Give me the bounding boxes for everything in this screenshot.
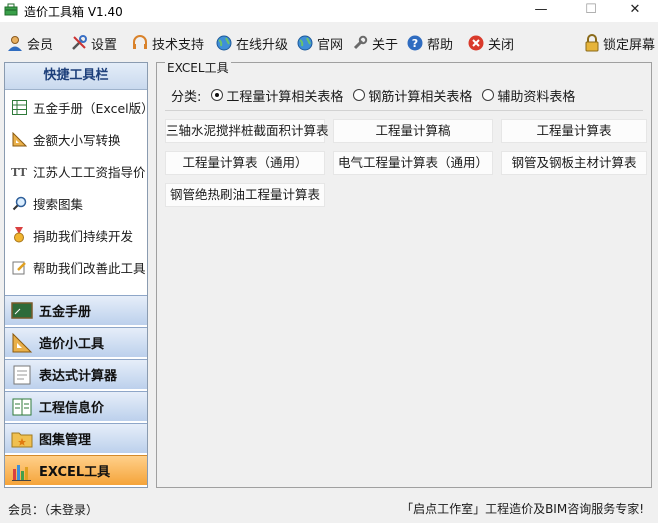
lock-icon: [585, 34, 599, 52]
left-panel: 快捷工具栏 五金手册（Excel版） 金额大小写转换 TT 江苏人工工资指导价 …: [4, 62, 154, 488]
maximize-button[interactable]: ☐: [568, 0, 614, 22]
nav-atlas-management[interactable]: 图集管理: [5, 423, 147, 453]
member-label: 会员: [27, 37, 54, 53]
radio-selected-indicator[interactable]: [211, 89, 224, 101]
quick-tool-label: 江苏人工工资指导价: [33, 164, 146, 180]
edit-note-icon: [11, 259, 27, 275]
nav-label: 工程信息价: [39, 401, 105, 416]
excel-tools-panel: EXCEL工具 分类: 工程量计算相关表格 钢筋计算相关表格 辅助资料表格 三轴…: [156, 62, 652, 488]
quick-tool-label: 金额大小写转换: [33, 132, 121, 148]
medal-icon: [11, 227, 27, 243]
tool-button-electrical-quantity[interactable]: 电气工程量计算表（通用）: [333, 151, 493, 175]
help-label: 帮助: [427, 37, 454, 53]
about-label: 关于: [372, 37, 399, 53]
category-radio-quantity[interactable]: 工程量计算相关表格: [211, 86, 343, 105]
nav-hardware-manual[interactable]: 五金手册: [5, 295, 147, 325]
tool-button-quantity-draft[interactable]: 工程量计算稿: [333, 119, 493, 143]
category-radio-auxiliary[interactable]: 辅助资料表格: [482, 86, 575, 105]
app-toolbox-icon: [4, 3, 18, 16]
support-button[interactable]: 技术支持: [131, 29, 204, 57]
tool-button-pipe-insulation[interactable]: 钢管绝热刷油工程量计算表: [165, 183, 325, 207]
nav-price-info[interactable]: 工程信息价: [5, 391, 147, 421]
category-radio-rebar[interactable]: 钢筋计算相关表格: [353, 86, 472, 105]
quick-tool-amount-convert[interactable]: 金额大小写转换: [5, 125, 147, 153]
document-icon: [13, 365, 31, 384]
window-title: 造价工具箱 V1.40: [24, 5, 123, 19]
minimize-button[interactable]: —: [518, 0, 564, 22]
blackboard-icon: [11, 301, 33, 319]
svg-text:TT: TT: [11, 166, 27, 179]
settings-button[interactable]: 设置: [70, 29, 117, 57]
tool-button-quantity-sheet[interactable]: 工程量计算表: [501, 119, 647, 143]
status-member-value: （未登录）: [44, 503, 99, 517]
nav-expression-calculator[interactable]: 表达式计算器: [5, 359, 147, 389]
help-button[interactable]: ? 帮助: [406, 29, 453, 57]
quick-tools-header: 快捷工具栏: [5, 63, 147, 90]
status-slogan: 「启点工作室」工程造价及BIM咨询服务专家!: [401, 502, 644, 516]
tool-button-mixing-pile[interactable]: 三轴水泥搅拌桩截面积计算表: [165, 119, 329, 143]
user-icon: [8, 36, 22, 51]
group-title: EXCEL工具: [165, 61, 231, 75]
category-label: 分类:: [171, 89, 202, 105]
upgrade-button[interactable]: 在线升级: [215, 29, 288, 57]
category-selector: 分类: 工程量计算相关表格 钢筋计算相关表格 辅助资料表格: [171, 85, 585, 105]
quick-tool-jiangsu-wage[interactable]: TT 江苏人工工资指导价: [5, 157, 147, 185]
book-icon: [12, 398, 32, 415]
nav-label: 造价小工具: [39, 337, 105, 352]
close-icon: [468, 35, 484, 51]
tool-button-quantity-sheet-general[interactable]: 工程量计算表（通用）: [165, 151, 325, 175]
quick-tool-hardware-manual[interactable]: 五金手册（Excel版）: [5, 93, 154, 121]
divider: [165, 110, 643, 111]
close-app-button[interactable]: 关闭: [467, 29, 514, 57]
nav-excel-tools[interactable]: EXCEL工具: [5, 455, 147, 485]
status-member: 会员：（未登录）: [8, 501, 98, 518]
quick-tool-label: 搜索图集: [33, 196, 84, 212]
close-window-button[interactable]: ✕: [612, 0, 658, 22]
quick-tool-label: 帮助我们改善此工具: [33, 260, 146, 276]
folder-star-icon: [11, 432, 33, 447]
nav-label: 五金手册: [39, 305, 92, 320]
close-app-label: 关闭: [488, 37, 515, 53]
about-button[interactable]: 关于: [351, 29, 398, 57]
wrench-icon: [353, 35, 368, 50]
quick-tool-search-atlas[interactable]: 搜索图集: [5, 189, 147, 217]
quick-tool-label: 五金手册（Excel版）: [33, 100, 154, 116]
settings-label: 设置: [91, 37, 118, 53]
member-button[interactable]: 会员: [6, 29, 53, 57]
radio-indicator[interactable]: [353, 89, 366, 101]
headset-icon: [133, 35, 147, 49]
status-member-label: 会员：: [8, 503, 45, 517]
nav-cost-tools[interactable]: 造价小工具: [5, 327, 147, 357]
lock-screen-button[interactable]: 锁定屏幕: [584, 29, 655, 57]
nav-label: 表达式计算器: [39, 369, 118, 384]
main-toolbar: 会员 设置 技术支持 在线升级 官网 关于 ? 帮助 关闭 锁定屏幕: [0, 29, 658, 57]
category-option-label: 工程量计算相关表格: [226, 89, 344, 105]
globe-icon: [216, 35, 232, 51]
table-icon: [11, 99, 27, 115]
magnifier-icon: [11, 195, 27, 211]
tools-icon: [72, 35, 87, 50]
tool-button-steel-pipe-plate[interactable]: 钢管及钢板主材计算表: [501, 151, 647, 175]
help-icon: ?: [407, 35, 423, 51]
website-label: 官网: [317, 37, 344, 53]
category-option-label: 辅助资料表格: [497, 89, 576, 105]
lock-screen-label: 锁定屏幕: [603, 37, 656, 53]
category-option-label: 钢筋计算相关表格: [368, 89, 473, 105]
title-bar: 造价工具箱 V1.40 — ☐ ✕: [0, 0, 658, 22]
svg-text:?: ?: [412, 37, 418, 50]
quick-tool-donate[interactable]: 捐助我们持续开发: [5, 221, 147, 249]
nav-label: 图集管理: [39, 433, 92, 448]
nav-label: EXCEL工具: [39, 465, 111, 480]
globe-icon: [297, 35, 313, 51]
upgrade-label: 在线升级: [236, 37, 289, 53]
ruler-triangle-icon: [12, 332, 33, 352]
website-button[interactable]: 官网: [296, 29, 343, 57]
support-label: 技术支持: [152, 37, 205, 53]
ruler-triangle-icon: [11, 131, 27, 147]
quick-tool-label: 捐助我们持续开发: [33, 228, 134, 244]
radio-indicator[interactable]: [482, 89, 495, 101]
text-tt-icon: TT: [11, 163, 27, 179]
bar-chart-icon: [12, 464, 31, 481]
quick-tool-feedback[interactable]: 帮助我们改善此工具: [5, 253, 147, 281]
